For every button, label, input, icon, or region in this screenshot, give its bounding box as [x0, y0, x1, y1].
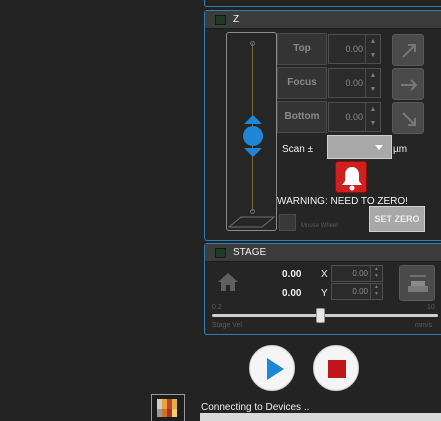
bottom-button[interactable]: Bottom — [277, 101, 327, 133]
status-progress-bar — [200, 413, 441, 421]
stage-panel-title: STAGE — [233, 247, 267, 258]
y-target-spinner[interactable]: ▲ ▼ — [370, 284, 382, 299]
x-target-field[interactable]: 0.00 ▲ ▼ — [331, 265, 383, 282]
top-spinner[interactable]: ▲ ▼ — [365, 35, 380, 63]
home-icon[interactable] — [217, 272, 239, 292]
stage-panel-enable-checkbox[interactable] — [215, 248, 226, 258]
mouse-wheel-checkbox[interactable] — [279, 214, 296, 231]
stage-panel-header: STAGE — [205, 244, 441, 262]
play-icon — [267, 358, 284, 380]
z-panel-header: Z — [205, 11, 441, 29]
focus-button[interactable]: Focus — [277, 67, 327, 99]
x-axis-label: X — [321, 269, 328, 280]
go-to-bottom-button[interactable] — [392, 102, 424, 134]
bottom-spinner[interactable]: ▲ ▼ — [365, 103, 380, 131]
stage-move-button[interactable] — [399, 265, 435, 301]
velocity-slider-thumb[interactable] — [315, 308, 325, 323]
z-slider-thumb[interactable] — [241, 115, 265, 157]
focus-value: 0.00 — [345, 78, 363, 88]
app-logo — [151, 394, 185, 421]
y-position-readout: 0.00 — [282, 288, 302, 299]
velocity-max-label: 10 — [427, 304, 435, 311]
status-text: Connecting to Devices .. — [201, 402, 310, 413]
x-position-readout: 0.00 — [282, 269, 302, 280]
scan-range-dropdown[interactable] — [327, 135, 392, 159]
go-to-top-button[interactable] — [392, 34, 424, 66]
previous-panel-edge — [204, 0, 441, 7]
z-top-marker — [250, 41, 255, 46]
velocity-min-label: 0.2 — [212, 304, 222, 311]
velocity-unit: mm/s — [415, 322, 433, 329]
arrow-down-right-icon — [402, 112, 416, 126]
focus-spinner[interactable]: ▲ ▼ — [365, 69, 380, 97]
chevron-down-icon — [375, 145, 383, 150]
top-button[interactable]: Top — [277, 33, 327, 65]
scan-unit: µm — [393, 144, 408, 155]
arrow-up-right-icon — [402, 44, 416, 58]
x-target-spinner[interactable]: ▲ ▼ — [370, 266, 382, 281]
z-panel-enable-checkbox[interactable] — [215, 15, 226, 25]
set-zero-button[interactable]: SET ZERO — [369, 206, 425, 232]
z-position-slider[interactable] — [226, 32, 277, 231]
y-axis-label: Y — [321, 288, 328, 299]
stop-icon — [328, 360, 346, 378]
bottom-value: 0.00 — [345, 112, 363, 122]
bottom-value-field[interactable]: 0.00 ▲ ▼ — [328, 102, 381, 132]
play-button[interactable] — [249, 345, 295, 391]
top-value-field[interactable]: 0.00 ▲ ▼ — [328, 34, 381, 64]
z-panel-title: Z — [233, 14, 240, 25]
focus-value-field[interactable]: 0.00 ▲ ▼ — [328, 68, 381, 98]
stop-button[interactable] — [313, 345, 359, 391]
bell-icon — [342, 167, 362, 191]
app-logo-icon — [157, 399, 177, 417]
arrow-right-icon — [401, 79, 418, 91]
alarm-button[interactable] — [335, 161, 367, 193]
mouse-wheel-label: Mouse Wheel — [301, 223, 338, 229]
y-target-field[interactable]: 0.00 ▲ ▼ — [331, 283, 383, 300]
x-target-value: 0.00 — [352, 269, 368, 278]
z-panel: Z Top 0.00 ▲ ▼ Focus 0.00 ▲ ▼ Bottom 0.00 … — [204, 10, 441, 241]
velocity-slider-track[interactable] — [212, 314, 438, 317]
y-target-value: 0.00 — [352, 287, 368, 296]
sample-stage-icon — [227, 216, 276, 228]
stage-panel: STAGE 0.00 0.00 X Y 0.00 ▲ ▼ 0.00 ▲ ▼ 0.2 … — [204, 243, 441, 335]
stage-move-icon — [408, 275, 428, 292]
go-to-focus-button[interactable] — [392, 68, 424, 100]
velocity-label: Stage Vel — [212, 322, 242, 329]
top-value: 0.00 — [345, 44, 363, 54]
scan-label: Scan ± — [282, 144, 314, 155]
